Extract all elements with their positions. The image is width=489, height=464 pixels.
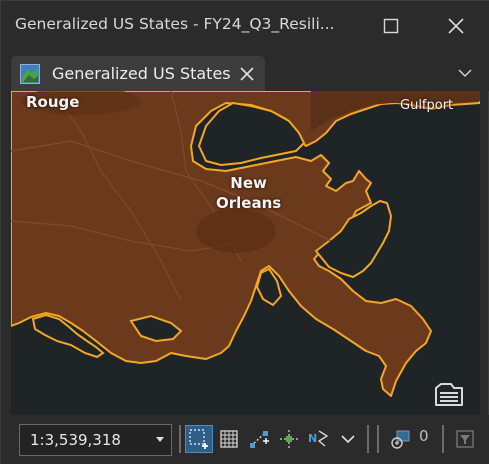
- map-window: Generalized US States - FY24_Q3_Resili..…: [0, 0, 489, 464]
- close-icon: [448, 18, 464, 34]
- scale-selector[interactable]: 1:3,539,318: [19, 424, 172, 456]
- map-canvas[interactable]: [11, 91, 480, 415]
- toolbar-separator: [179, 425, 181, 453]
- close-tab-button[interactable]: [237, 64, 257, 84]
- place-label-rouge: Rouge: [26, 93, 80, 111]
- snapping-button[interactable]: [185, 425, 213, 453]
- map-layer-icon: [20, 64, 40, 84]
- selection-button[interactable]: [387, 425, 415, 453]
- selected-count: 0: [419, 427, 429, 445]
- maximize-icon: [383, 18, 399, 34]
- correction-icon: [280, 430, 298, 448]
- more-tools-button[interactable]: [334, 425, 362, 453]
- constraints-button[interactable]: [245, 425, 273, 453]
- grid-icon: [220, 430, 238, 448]
- map-view[interactable]: Rouge New Orleans Gulfport: [11, 91, 480, 415]
- correction-button[interactable]: [275, 425, 303, 453]
- tab-label: Generalized US States: [52, 64, 231, 83]
- place-label-gulfport: Gulfport: [400, 98, 454, 113]
- north-arrow-icon: N: [308, 430, 329, 447]
- north-arrow-button[interactable]: N: [305, 425, 333, 453]
- selection-icon: [391, 430, 410, 449]
- tab-bar: Generalized US States: [1, 51, 489, 91]
- urban-area: [196, 209, 276, 253]
- caret-down-icon: [156, 437, 164, 442]
- title-bar: Generalized US States - FY24_Q3_Resili..…: [1, 1, 489, 51]
- close-window-button[interactable]: [439, 11, 473, 41]
- constraints-icon: [250, 431, 269, 448]
- toolbar-separator: [442, 425, 444, 453]
- coast-strip: [311, 91, 480, 131]
- maximize-button[interactable]: [374, 11, 408, 41]
- filter-icon: [456, 430, 474, 448]
- snapping-icon: [189, 429, 208, 449]
- window-title: Generalized US States - FY24_Q3_Resili..…: [15, 15, 335, 33]
- chevron-down-icon: [458, 69, 472, 78]
- svg-text:N: N: [308, 432, 317, 445]
- chevron-down-icon: [341, 435, 355, 444]
- filter-button[interactable]: [451, 425, 479, 453]
- toolbar-separator: [367, 425, 369, 453]
- tab-generalized-us-states[interactable]: Generalized US States: [11, 56, 265, 91]
- place-label-new-orleans: New Orleans: [216, 173, 281, 213]
- place-label-line: Orleans: [216, 194, 282, 212]
- close-icon: [240, 67, 254, 81]
- scale-value: 1:3,539,318: [30, 431, 121, 449]
- grid-button[interactable]: [215, 425, 243, 453]
- map-status-bar: 1:3,539,318 N 0: [1, 415, 489, 464]
- tab-overflow-menu-button[interactable]: [455, 63, 475, 83]
- basemap-icon: [435, 383, 463, 406]
- toolbar-separator: [377, 425, 379, 453]
- basemap-gallery-button[interactable]: [432, 378, 466, 408]
- place-label-line: New: [230, 174, 267, 192]
